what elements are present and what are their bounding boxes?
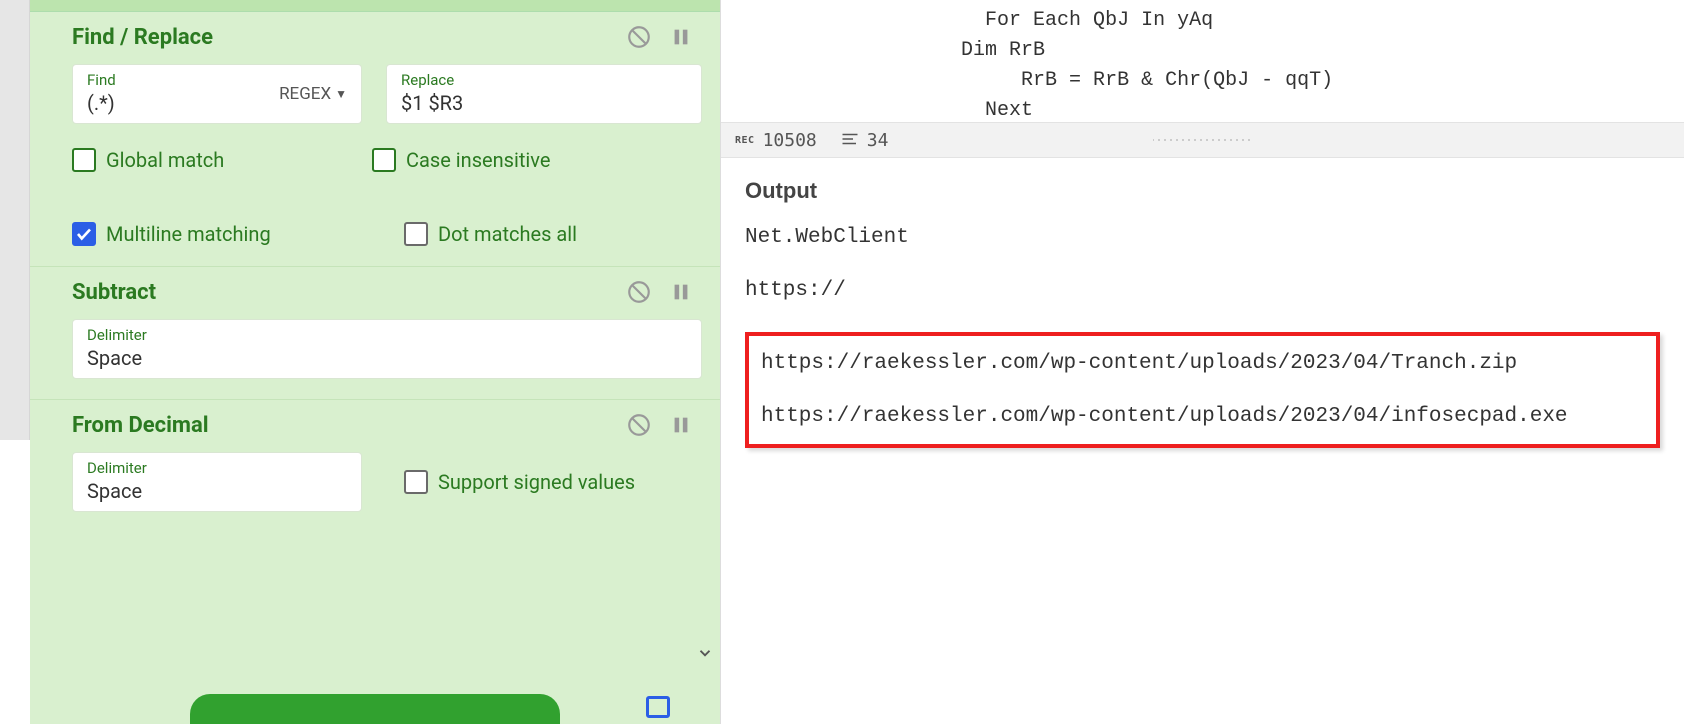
disable-op-icon[interactable] [626, 412, 652, 438]
rec-value: 10508 [763, 130, 817, 151]
lines-value: 34 [867, 130, 889, 151]
output-title: Output [745, 178, 1660, 204]
replace-value: $1 $R3 [401, 91, 687, 115]
checkbox-checked-icon [72, 222, 96, 246]
dotall-option[interactable]: Dot matches all [404, 222, 702, 246]
rec-label: REC [735, 135, 755, 146]
recipe-panel: Find / Replace Find (.*) REGEX ▼ Re [30, 0, 720, 724]
scroll-down-icon[interactable] [694, 642, 716, 664]
pause-op-icon[interactable] [670, 24, 692, 50]
output-line: https://raekessler.com/wp-content/upload… [761, 405, 1644, 428]
find-field[interactable]: Find (.*) REGEX ▼ [72, 64, 362, 124]
checkbox-unchecked-icon [404, 470, 428, 494]
io-panel: For Each QbJ In yAq Dim RrB RrB = RrB & … [720, 0, 1684, 724]
pane-resize-handle[interactable] [1153, 133, 1253, 147]
global-match-option[interactable]: Global match [72, 148, 372, 172]
subtract-delimiter-value: Space [87, 346, 687, 370]
op-find-replace: Find / Replace Find (.*) REGEX ▼ Re [30, 12, 720, 267]
lines-icon [841, 130, 859, 151]
subtract-delimiter-field[interactable]: Delimiter Space [72, 319, 702, 379]
input-code-area[interactable]: For Each QbJ In yAq Dim RrB RrB = RrB & … [721, 0, 1684, 122]
checkbox-unchecked-icon [404, 222, 428, 246]
previous-op-strip [30, 0, 720, 12]
left-scrollbar-gutter [0, 0, 30, 440]
input-status-bar: REC 10508 34 [721, 122, 1684, 158]
op-from-decimal: From Decimal Delimiter Space Support sig… [30, 400, 720, 532]
chevron-down-icon: ▼ [335, 87, 347, 101]
op-subtract: Subtract Delimiter Space [30, 267, 720, 400]
fromdecimal-delimiter-label: Delimiter [87, 459, 347, 477]
disable-op-icon[interactable] [626, 24, 652, 50]
replace-label: Replace [401, 71, 687, 89]
op-title-subtract: Subtract [72, 280, 156, 305]
signed-values-option[interactable]: Support signed values [404, 470, 635, 494]
case-insensitive-option[interactable]: Case insensitive [372, 148, 702, 172]
annotation-highlight-box: https://raekessler.com/wp-content/upload… [745, 332, 1660, 448]
multiline-option[interactable]: Multiline matching [72, 222, 372, 246]
step-toggle[interactable] [646, 696, 670, 718]
output-line: Net.WebClient [745, 226, 1660, 249]
bake-button[interactable] [190, 694, 560, 724]
output-line: https:// [745, 279, 1660, 302]
fromdecimal-delimiter-value: Space [87, 479, 347, 503]
op-title-find-replace: Find / Replace [72, 25, 213, 50]
disable-op-icon[interactable] [626, 279, 652, 305]
checkbox-unchecked-icon [372, 148, 396, 172]
output-line: https://raekessler.com/wp-content/upload… [761, 352, 1644, 375]
subtract-delimiter-label: Delimiter [87, 326, 687, 344]
output-area[interactable]: Output Net.WebClient https:// https://ra… [721, 158, 1684, 724]
pause-op-icon[interactable] [670, 279, 692, 305]
replace-field[interactable]: Replace $1 $R3 [386, 64, 702, 124]
pause-op-icon[interactable] [670, 412, 692, 438]
checkbox-unchecked-icon [72, 148, 96, 172]
regex-mode-dropdown[interactable]: REGEX ▼ [279, 84, 347, 104]
fromdecimal-delimiter-field[interactable]: Delimiter Space [72, 452, 362, 512]
op-title-from-decimal: From Decimal [72, 413, 209, 438]
